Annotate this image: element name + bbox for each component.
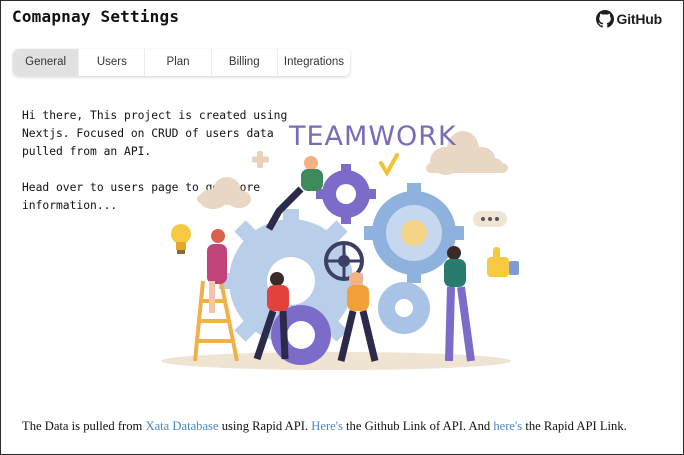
github-api-link[interactable]: Here's bbox=[311, 419, 343, 433]
footer-text: the Github Link of API. And bbox=[342, 419, 494, 433]
speech-bubble-icon bbox=[473, 211, 507, 227]
tab-integrations[interactable]: Integrations bbox=[278, 49, 350, 76]
check-icon bbox=[379, 153, 399, 177]
footer-text: the Rapid API Link. bbox=[522, 419, 627, 433]
lightbulb-icon bbox=[171, 224, 191, 254]
tab-general[interactable]: General bbox=[13, 49, 80, 76]
github-label: GitHub bbox=[616, 11, 663, 27]
ground-shadow bbox=[161, 352, 511, 370]
github-icon bbox=[595, 10, 614, 28]
teamwork-illustration: TEAMWORK bbox=[161, 121, 519, 370]
tab-billing[interactable]: Billing bbox=[212, 49, 278, 76]
gear-icon bbox=[378, 282, 430, 334]
github-link[interactable]: GitHub bbox=[595, 10, 663, 28]
plus-icon bbox=[252, 151, 269, 168]
person-icon bbox=[444, 246, 475, 362]
teamwork-title: TEAMWORK bbox=[288, 121, 457, 152]
footer-text: The Data is pulled from bbox=[22, 419, 146, 433]
page-title: Comapnay Settings bbox=[12, 7, 180, 26]
tab-users[interactable]: Users bbox=[79, 49, 146, 76]
data-source-note: The Data is pulled from Xata Database us… bbox=[22, 419, 627, 434]
gear-icon bbox=[316, 164, 376, 224]
thumbs-up-icon bbox=[487, 247, 519, 277]
cloud-icon bbox=[197, 177, 251, 209]
app-window: Comapnay Settings GitHub General Users P… bbox=[0, 0, 684, 455]
xata-database-link[interactable]: Xata Database bbox=[145, 419, 218, 433]
rapid-api-link[interactable]: here's bbox=[493, 419, 522, 433]
footer-text: using Rapid API. bbox=[218, 419, 312, 433]
tab-plan[interactable]: Plan bbox=[145, 49, 212, 76]
settings-tabs: General Users Plan Billing Integrations bbox=[13, 49, 350, 76]
